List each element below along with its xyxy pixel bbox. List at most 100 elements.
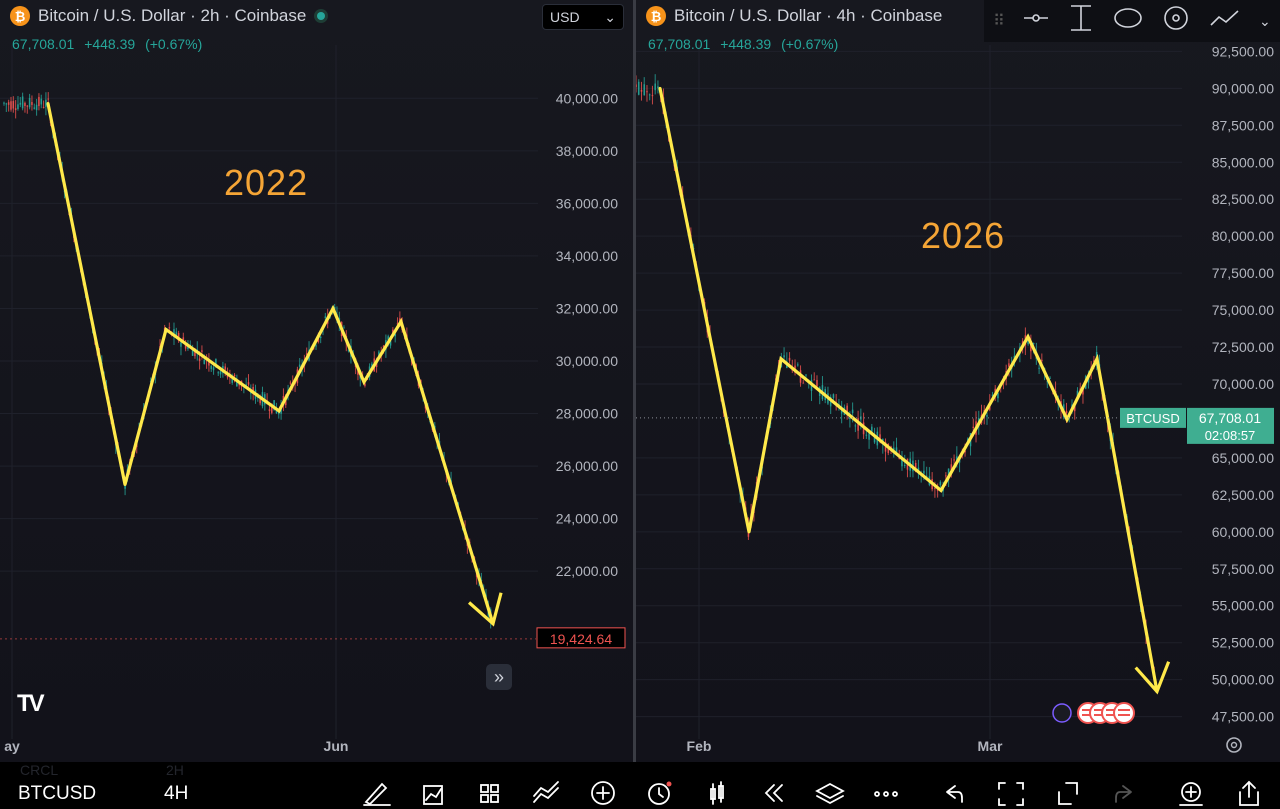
chart-panel-2022[interactable]: 40,000.00 38,000.00 36,000.00 34,000.00 32,0… — [0, 0, 633, 762]
circle-tool-icon[interactable] — [1162, 4, 1190, 38]
candles-icon[interactable] — [710, 781, 724, 805]
undo-icon[interactable] — [946, 785, 963, 803]
chart-panel-2026[interactable]: 92,500.00 90,000.00 87,500.00 85,000.00 82,5… — [636, 0, 1280, 762]
candle-body — [972, 426, 975, 429]
candle-body — [268, 409, 271, 412]
screenshot-frame-icon[interactable] — [998, 782, 1024, 806]
y-tick-label: 80,000.00 — [1212, 228, 1274, 244]
bitcoin-icon: ₿ — [646, 6, 666, 26]
price-quote-right: 67,708.01 +448.39 (+0.67%) — [648, 36, 844, 52]
currency-value: USD — [550, 9, 580, 25]
pattern-point — [399, 320, 403, 324]
candle-body — [26, 105, 29, 107]
year-label-2026: 2026 — [921, 215, 1006, 256]
candle-body — [637, 81, 640, 95]
chart-canvas-left[interactable]: 40,000.00 38,000.00 36,000.00 34,000.00 32,0… — [0, 0, 633, 762]
chevron-down-icon: ⌄ — [604, 8, 616, 25]
share-icon[interactable] — [1239, 780, 1259, 806]
candle-body — [28, 97, 31, 108]
tradingview-logo: TV — [17, 690, 45, 717]
candle-body — [21, 96, 24, 109]
candle-body — [646, 91, 648, 93]
x-tick-label: Mar — [978, 738, 1003, 754]
pattern-point — [939, 488, 943, 492]
add-circle-icon[interactable] — [591, 781, 615, 805]
candle-body — [934, 487, 936, 489]
candle-body — [903, 465, 906, 467]
y-tick-label: 47,500.00 — [1212, 709, 1274, 725]
candle-body — [233, 374, 236, 377]
candle-body — [210, 365, 213, 370]
trend-path-icon[interactable] — [1209, 7, 1241, 35]
symbol-header-left[interactable]: ₿ Bitcoin / U.S. Dollar · 2h · Coinbase — [10, 6, 329, 26]
candle-body — [298, 364, 301, 367]
candle-body — [38, 96, 40, 107]
candle-body — [47, 98, 50, 100]
candle-body — [168, 327, 171, 329]
settings-gear-icon — [1226, 737, 1242, 753]
y-tick-label: 87,500.00 — [1212, 117, 1274, 133]
candle-body — [1065, 410, 1068, 414]
currency-select[interactable]: USD ⌄ — [542, 4, 624, 30]
pattern-point — [1095, 357, 1099, 361]
y-tick-label: 34,000.00 — [556, 248, 618, 264]
draw-pen-icon[interactable] — [363, 782, 391, 806]
y-tick-label: 40,000.00 — [556, 90, 618, 106]
drag-handle-icon[interactable]: ⠿ — [993, 11, 1005, 31]
pattern-point — [658, 86, 662, 90]
candle-body — [343, 327, 345, 329]
more-dots-icon[interactable] — [874, 791, 898, 797]
ellipse-tool-icon[interactable] — [1112, 5, 1144, 37]
horizontal-line-icon[interactable] — [1023, 8, 1049, 34]
bottom-toolbar: CRCL 2H BTCUSD 4H — [0, 762, 1280, 809]
candle-body — [813, 379, 816, 381]
pattern-line — [658, 88, 1159, 692]
candle-body — [854, 425, 857, 427]
candle-body — [203, 359, 206, 364]
symbol-title-right[interactable]: Bitcoin / U.S. Dollar · 4h · Coinbase — [674, 6, 942, 26]
x-tick-label: Jun — [324, 738, 349, 754]
vertical-line-icon[interactable] — [1068, 3, 1094, 39]
pattern-point — [164, 327, 168, 331]
indicators-icon[interactable] — [423, 785, 443, 805]
y-tick-label: 50,000.00 — [1212, 672, 1274, 688]
y-tick-label: 75,000.00 — [1212, 302, 1274, 318]
pattern-point — [331, 306, 335, 310]
y-tick-label: 52,500.00 — [1212, 635, 1274, 651]
symbol-header-right[interactable]: ₿ Bitcoin / U.S. Dollar · 4h · Coinbase — [646, 6, 942, 26]
quote-price: 67,708.01 — [648, 36, 711, 52]
candle-body — [212, 367, 215, 371]
rewind-icon[interactable] — [764, 784, 783, 802]
compare-icon[interactable] — [533, 781, 559, 803]
candle-body — [788, 357, 791, 361]
chart-canvas-right[interactable]: 92,500.00 90,000.00 87,500.00 85,000.00 82,5… — [636, 0, 1280, 762]
alarm-badge — [666, 781, 672, 787]
add-symbol-icon[interactable] — [1179, 782, 1203, 806]
candle-body — [315, 345, 317, 347]
layout-grid-icon[interactable] — [480, 784, 499, 803]
candle-body — [180, 342, 182, 347]
chevrons-right-icon: » — [494, 667, 504, 687]
symbol-title-left[interactable]: Bitcoin / U.S. Dollar · 2h · Coinbase — [38, 6, 306, 26]
candle-body — [224, 366, 227, 370]
layers-icon[interactable] — [815, 782, 845, 805]
candle-body — [24, 102, 26, 106]
last-price-label: 19,424.64 — [550, 631, 612, 647]
candle-body — [805, 374, 807, 376]
year-label-2022: 2022 — [224, 162, 309, 203]
price-quote-left: 67,708.01 +448.39 (+0.67%) — [12, 36, 208, 52]
quote-change: +448.39 — [84, 36, 136, 52]
candle-body — [35, 104, 38, 111]
candle-body — [654, 83, 656, 91]
y-tick-label: 62,500.00 — [1212, 487, 1274, 503]
chevron-down-icon[interactable]: ⌄ — [1259, 13, 1271, 30]
candle-body — [783, 355, 785, 358]
fullscreen-icon[interactable] — [1058, 782, 1078, 805]
alarm-clock-icon[interactable] — [648, 783, 670, 805]
candle-body — [648, 94, 651, 96]
pattern-point — [779, 357, 783, 361]
candle-body — [289, 382, 292, 384]
pattern-point — [1065, 417, 1069, 421]
quote-change: +448.39 — [720, 36, 772, 52]
y-tick-label: 92,500.00 — [1212, 43, 1274, 59]
